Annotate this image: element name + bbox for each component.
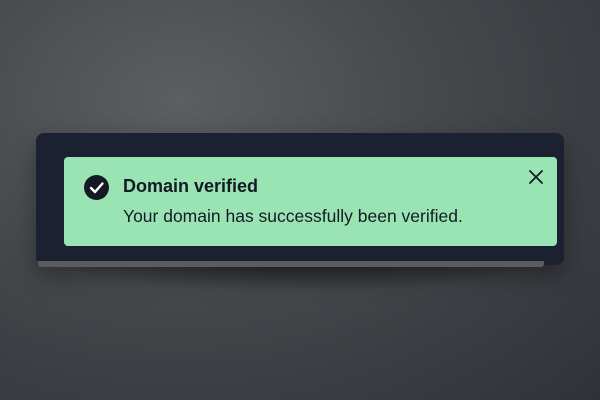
- close-button[interactable]: [527, 168, 545, 186]
- close-icon: [529, 170, 543, 184]
- toast-message: Your domain has successfully been verifi…: [123, 206, 463, 226]
- container-edge: [38, 261, 544, 267]
- toast-title: Domain verified: [123, 176, 259, 196]
- check-circle-icon: [84, 175, 109, 200]
- success-toast: Domain verified Your domain has successf…: [64, 157, 557, 246]
